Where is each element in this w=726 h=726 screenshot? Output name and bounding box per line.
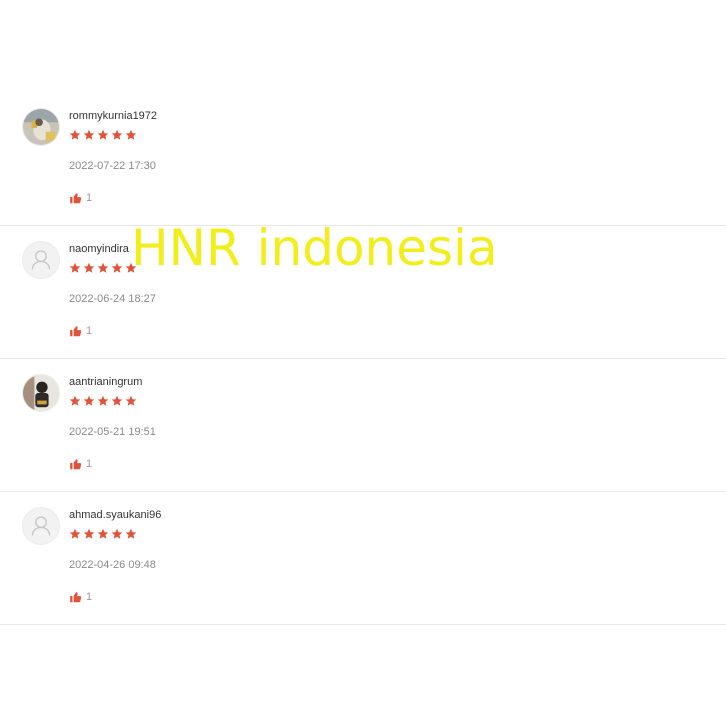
user-photo-icon xyxy=(23,109,59,145)
star-rating xyxy=(69,129,137,143)
review-list: rommykurnia1972 2022-07-22 17:30 1 naomy… xyxy=(0,93,726,625)
star-rating xyxy=(69,395,137,409)
thumbs-up-icon xyxy=(69,191,83,205)
default-user-icon xyxy=(23,242,59,278)
star-icon xyxy=(69,395,81,407)
like-button[interactable]: 1 xyxy=(69,590,92,604)
star-icon xyxy=(111,262,123,274)
star-icon xyxy=(111,395,123,407)
star-icon xyxy=(69,129,81,141)
thumbs-up-icon xyxy=(69,590,83,604)
star-rating xyxy=(69,262,137,276)
like-count: 1 xyxy=(86,590,93,603)
like-count: 1 xyxy=(86,324,93,337)
star-icon xyxy=(83,528,95,540)
star-icon xyxy=(97,129,109,141)
review-item: aantrianingrum 2022-05-21 19:51 1 xyxy=(0,359,726,492)
star-icon xyxy=(125,395,137,407)
avatar[interactable] xyxy=(22,507,60,545)
user-photo-icon xyxy=(23,375,59,411)
username: aantrianingrum xyxy=(69,376,143,388)
review-timestamp: 2022-04-26 09:48 xyxy=(69,559,156,571)
default-user-icon xyxy=(23,508,59,544)
star-icon xyxy=(83,129,95,141)
star-icon xyxy=(97,395,109,407)
like-button[interactable]: 1 xyxy=(69,457,92,471)
review-timestamp: 2022-05-21 19:51 xyxy=(69,426,156,438)
username: naomyindira xyxy=(69,243,129,255)
avatar[interactable] xyxy=(22,108,60,146)
like-button[interactable]: 1 xyxy=(69,191,92,205)
star-icon xyxy=(111,528,123,540)
review-item: rommykurnia1972 2022-07-22 17:30 1 xyxy=(0,93,726,226)
star-icon xyxy=(97,262,109,274)
star-icon xyxy=(69,262,81,274)
review-timestamp: 2022-06-24 18:27 xyxy=(69,293,156,305)
review-item: naomyindira 2022-06-24 18:27 1 xyxy=(0,226,726,359)
like-count: 1 xyxy=(86,457,93,470)
star-icon xyxy=(125,262,137,274)
star-icon xyxy=(97,528,109,540)
review-item: ahmad.syaukani96 2022-04-26 09:48 1 xyxy=(0,492,726,625)
review-page: rommykurnia1972 2022-07-22 17:30 1 naomy… xyxy=(0,0,726,726)
avatar[interactable] xyxy=(22,241,60,279)
review-timestamp: 2022-07-22 17:30 xyxy=(69,160,156,172)
avatar[interactable] xyxy=(22,374,60,412)
thumbs-up-icon xyxy=(69,324,83,338)
star-icon xyxy=(83,395,95,407)
thumbs-up-icon xyxy=(69,457,83,471)
star-icon xyxy=(111,129,123,141)
star-icon xyxy=(83,262,95,274)
star-rating xyxy=(69,528,137,542)
star-icon xyxy=(125,528,137,540)
star-icon xyxy=(125,129,137,141)
username: rommykurnia1972 xyxy=(69,110,158,122)
like-button[interactable]: 1 xyxy=(69,324,92,338)
like-count: 1 xyxy=(86,191,93,204)
username: ahmad.syaukani96 xyxy=(69,509,162,521)
star-icon xyxy=(69,528,81,540)
